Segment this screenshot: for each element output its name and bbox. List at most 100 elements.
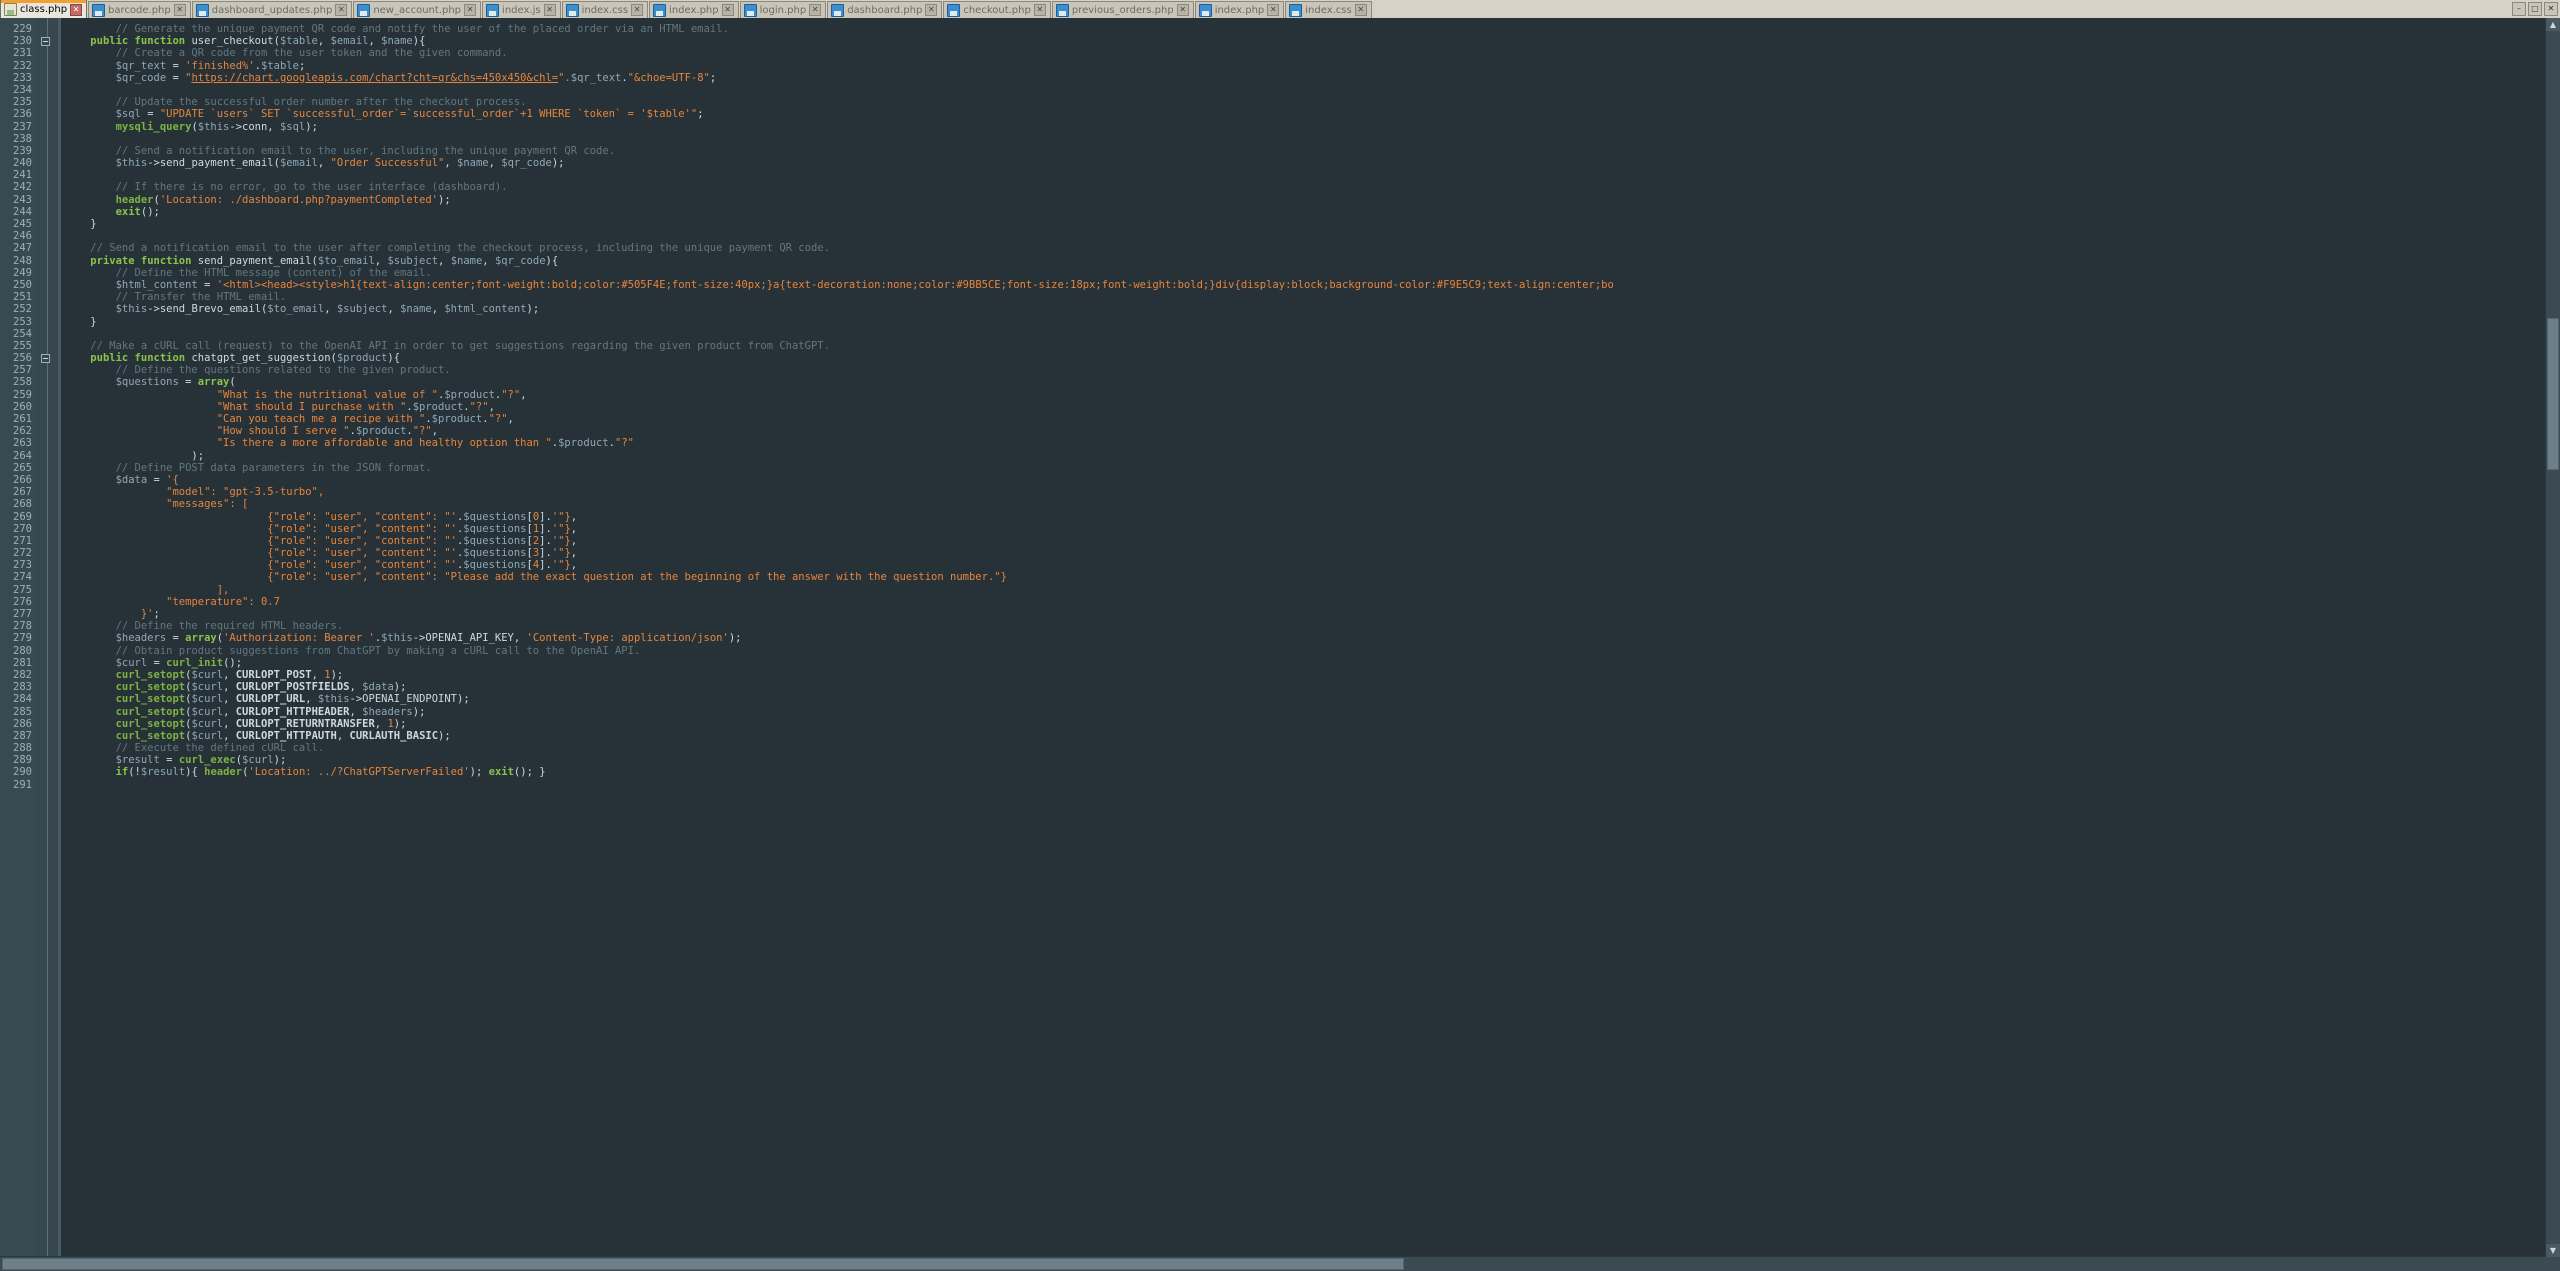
fold-collapse-icon[interactable] [41,354,50,363]
code-line[interactable] [65,133,1614,145]
code-line[interactable]: curl_setopt($curl, CURLOPT_HTTPHEADER, $… [65,706,1614,718]
code-line[interactable]: if(!$result){ header('Location: ../?Chat… [65,766,1614,778]
code-line[interactable]: ); [65,450,1614,462]
code-line[interactable]: mysqli_query($this->conn, $sql); [65,121,1614,133]
code-line[interactable]: // Create a QR code from the user token … [65,47,1614,59]
code-line[interactable]: "How should I serve ".$product."?", [65,425,1614,437]
scroll-up-arrow-icon[interactable]: ▲ [2546,18,2560,31]
editor-tab-new-account-php[interactable]: new_account.php✕ [353,1,481,18]
code-line[interactable]: {"role": "user", "content": "Please add … [65,571,1614,583]
tab-close-icon[interactable]: ✕ [70,4,82,16]
code-line[interactable] [65,779,1614,791]
editor-tab-index-css[interactable]: index.css✕ [562,1,648,18]
code-line[interactable]: {"role": "user", "content": "'.$question… [65,511,1614,523]
tab-close-icon[interactable]: ✕ [1034,4,1046,16]
code-line[interactable]: {"role": "user", "content": "'.$question… [65,547,1614,559]
minimize-button[interactable]: – [2512,2,2526,16]
code-line[interactable] [65,169,1614,181]
tab-close-icon[interactable]: ✕ [1267,4,1279,16]
code-line[interactable]: $curl = curl_init(); [65,657,1614,669]
code-line[interactable] [65,84,1614,96]
code-line[interactable]: } [65,218,1614,230]
code-line[interactable]: }'; [65,608,1614,620]
tab-close-icon[interactable]: ✕ [1177,4,1189,16]
code-line[interactable]: "messages": [ [65,498,1614,510]
editor-tab-previous-orders-php[interactable]: previous_orders.php✕ [1052,1,1194,18]
code-line[interactable]: $html_content = '<html><head><style>h1{t… [65,279,1614,291]
code-line[interactable]: $qr_text = 'finished%'.$table; [65,60,1614,72]
editor-tab-index-php[interactable]: index.php✕ [1195,1,1285,18]
editor-tab-index-css[interactable]: index.css✕ [1285,1,1371,18]
editor-tab-class-php[interactable]: class.php✕ [0,0,87,18]
code-text[interactable]: // Generate the unique payment QR code a… [61,23,1614,791]
code-line[interactable] [65,230,1614,242]
vertical-scrollbar-thumb[interactable] [2547,318,2559,470]
maximize-button[interactable]: □ [2528,2,2542,16]
window-controls[interactable]: –□✕ [2512,2,2558,16]
code-line[interactable]: $data = '{ [65,474,1614,486]
editor-tab-index-php[interactable]: index.php✕ [649,1,739,18]
tab-close-icon[interactable]: ✕ [925,4,937,16]
code-line[interactable] [65,328,1614,340]
code-line[interactable]: // Transfer the HTML email. [65,291,1614,303]
code-line[interactable]: {"role": "user", "content": "'.$question… [65,523,1614,535]
code-line[interactable]: ], [65,584,1614,596]
code-line[interactable]: // Define POST data parameters in the JS… [65,462,1614,474]
code-line[interactable]: {"role": "user", "content": "'.$question… [65,535,1614,547]
horizontal-scrollbar-thumb[interactable] [2,1258,1404,1270]
fold-collapse-icon[interactable] [41,37,50,46]
editor-tab-checkout-php[interactable]: checkout.php✕ [943,1,1051,18]
code-line[interactable]: "What should I purchase with ".$product.… [65,401,1614,413]
code-line[interactable]: {"role": "user", "content": "'.$question… [65,559,1614,571]
editor-tab-barcode-php[interactable]: barcode.php✕ [88,1,191,18]
code-line[interactable]: curl_setopt($curl, CURLOPT_HTTPAUTH, CUR… [65,730,1614,742]
code-line[interactable]: "Is there a more affordable and healthy … [65,437,1614,449]
horizontal-scrollbar[interactable] [0,1256,2546,1271]
code-line[interactable]: // Make a cURL call (request) to the Ope… [65,340,1614,352]
tab-close-icon[interactable]: ✕ [722,4,734,16]
code-line[interactable]: $result = curl_exec($curl); [65,754,1614,766]
editor-tab-bar[interactable]: class.php✕barcode.php✕dashboard_updates.… [0,0,2560,19]
code-line[interactable]: } [65,316,1614,328]
code-line[interactable]: // Define the questions related to the g… [65,364,1614,376]
code-line[interactable]: "Can you teach me a recipe with ".$produ… [65,413,1614,425]
code-line[interactable]: // Generate the unique payment QR code a… [65,23,1614,35]
code-line[interactable]: $qr_code = "https://chart.googleapis.com… [65,72,1614,84]
code-line[interactable]: $this->send_payment_email($email, "Order… [65,157,1614,169]
code-line[interactable]: // Send a notification email to the user… [65,145,1614,157]
tab-close-icon[interactable]: ✕ [631,4,643,16]
code-line[interactable]: public function user_checkout($table, $e… [65,35,1614,47]
scroll-down-arrow-icon[interactable]: ▼ [2546,1244,2560,1257]
code-line[interactable]: header('Location: ./dashboard.php?paymen… [65,194,1614,206]
editor-tab-dashboard-php[interactable]: dashboard.php✕ [827,1,942,18]
code-line[interactable]: // Obtain product suggestions from ChatG… [65,645,1614,657]
editor-tab-login-php[interactable]: login.php✕ [740,1,827,18]
tab-close-icon[interactable]: ✕ [464,4,476,16]
tab-close-icon[interactable]: ✕ [174,4,186,16]
code-line[interactable]: curl_setopt($curl, CURLOPT_POST, 1); [65,669,1614,681]
tab-close-icon[interactable]: ✕ [809,4,821,16]
code-line[interactable]: // If there is no error, go to the user … [65,181,1614,193]
code-line[interactable]: // Define the required HTML headers. [65,620,1614,632]
editor-tab-dashboard-updates-php[interactable]: dashboard_updates.php✕ [192,1,353,18]
code-line[interactable]: curl_setopt($curl, CURLOPT_RETURNTRANSFE… [65,718,1614,730]
code-line[interactable]: private function send_payment_email($to_… [65,255,1614,267]
tab-close-icon[interactable]: ✕ [335,4,347,16]
vertical-scrollbar[interactable]: ▲ ▼ [2545,18,2560,1257]
tab-close-icon[interactable]: ✕ [544,4,556,16]
code-line[interactable]: exit(); [65,206,1614,218]
code-line[interactable]: $questions = array( [65,376,1614,388]
code-line[interactable]: curl_setopt($curl, CURLOPT_URL, $this->O… [65,693,1614,705]
close-button[interactable]: ✕ [2544,2,2558,16]
tab-close-icon[interactable]: ✕ [1355,4,1367,16]
code-line[interactable]: $this->send_Brevo_email($to_email, $subj… [65,303,1614,315]
code-line[interactable]: // Update the successful order number af… [65,96,1614,108]
code-line[interactable]: "What is the nutritional value of ".$pro… [65,389,1614,401]
code-line[interactable]: // Send a notification email to the user… [65,242,1614,254]
code-viewport[interactable]: // Generate the unique payment QR code a… [59,18,2560,1271]
code-editor[interactable]: 2292302312322332342352362372382392402412… [0,18,2560,1271]
code-folding-column[interactable] [36,18,59,1271]
code-line[interactable]: curl_setopt($curl, CURLOPT_POSTFIELDS, $… [65,681,1614,693]
code-line[interactable]: "temperature": 0.7 [65,596,1614,608]
code-line[interactable]: $headers = array('Authorization: Bearer … [65,632,1614,644]
